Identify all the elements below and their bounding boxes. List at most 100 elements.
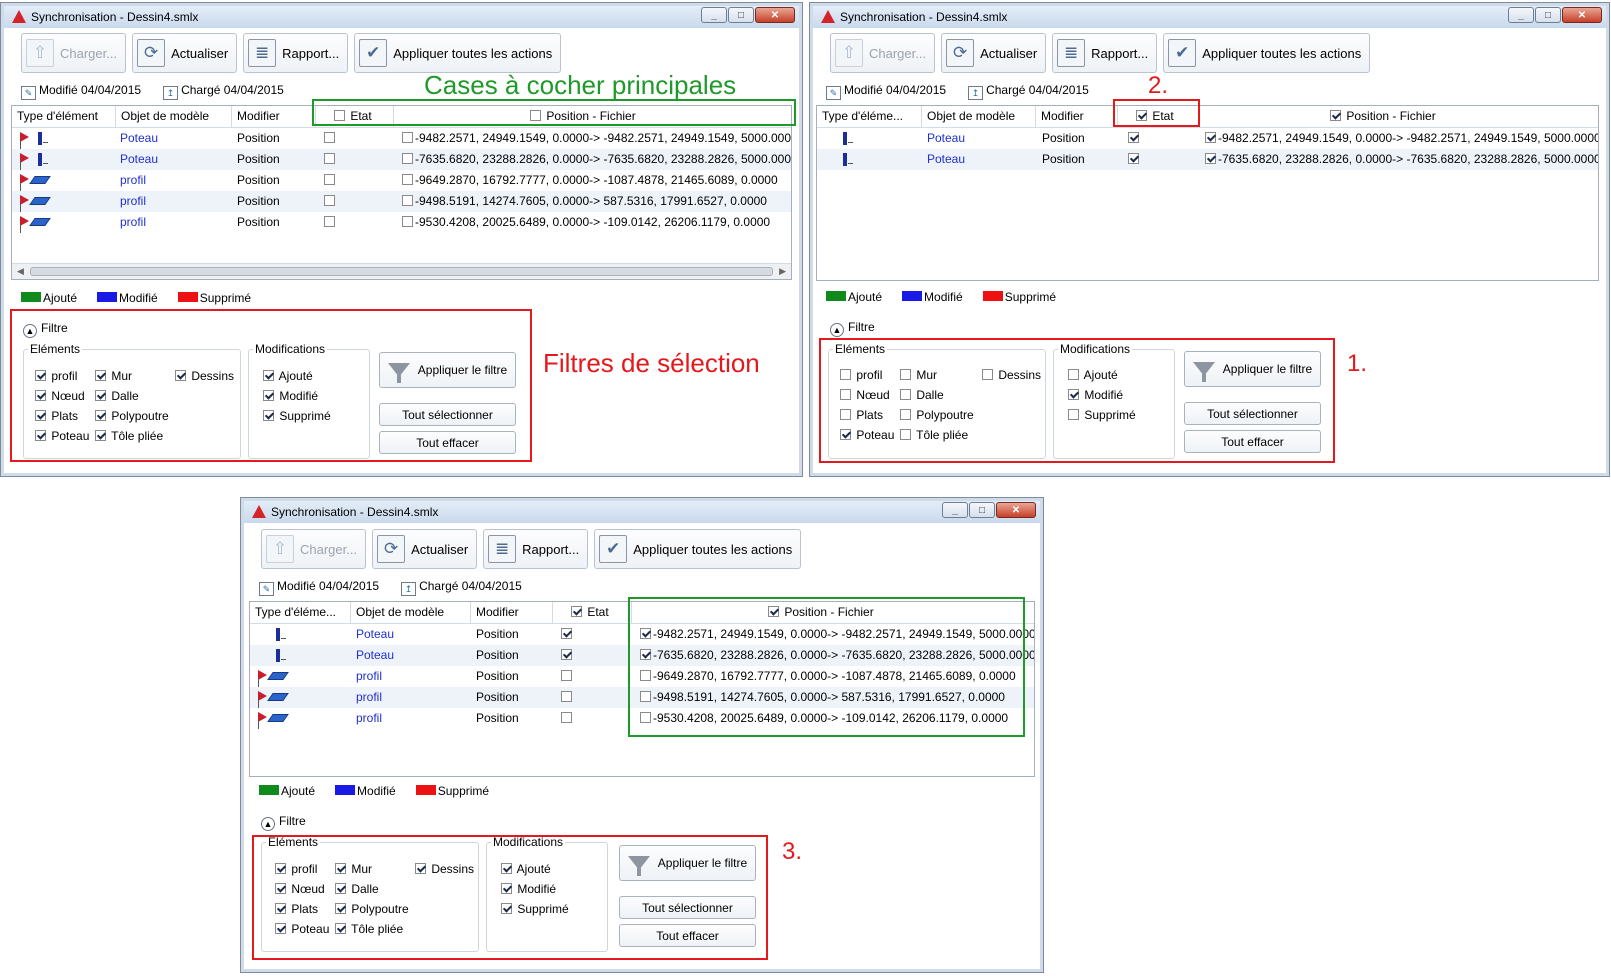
etat-master-checkbox[interactable] bbox=[571, 606, 582, 617]
minimize-button[interactable]: _ bbox=[701, 7, 727, 23]
deleted-beam-icon bbox=[256, 690, 290, 708]
maximize-button[interactable]: □ bbox=[969, 502, 995, 518]
objet-link[interactable]: Poteau bbox=[356, 624, 394, 645]
col-etat[interactable]: Etat bbox=[553, 602, 632, 623]
appliquer-actions-button[interactable]: ✔ Appliquer toutes les actions bbox=[1163, 33, 1371, 73]
position-checkbox[interactable] bbox=[402, 195, 413, 206]
charger-button[interactable]: ⇧ Charger... bbox=[21, 33, 127, 73]
table-row[interactable]: Poteau Position -7635.6820, 23288.2826, … bbox=[817, 149, 1598, 170]
col-type[interactable]: Type d'élément bbox=[12, 106, 116, 127]
main-checkboxes-highlight bbox=[312, 99, 796, 126]
close-button[interactable]: ✕ bbox=[996, 502, 1036, 518]
sync-grid: Type d'éléme... Objet de modèle Modifier… bbox=[816, 105, 1599, 281]
objet-link[interactable]: Poteau bbox=[927, 149, 965, 170]
objet-link[interactable]: profil bbox=[356, 666, 382, 687]
objet-link[interactable]: profil bbox=[356, 708, 382, 729]
objet-link[interactable]: profil bbox=[120, 212, 146, 233]
objet-link[interactable]: profil bbox=[120, 191, 146, 212]
legend-added: Ajouté bbox=[21, 291, 77, 305]
filter-toggle[interactable]: ▲ Filtre bbox=[830, 320, 875, 337]
etat-checkbox[interactable] bbox=[324, 132, 335, 143]
scroll-thumb[interactable] bbox=[30, 267, 773, 276]
col-modifier[interactable]: Modifier bbox=[1036, 106, 1118, 127]
etat-checkbox[interactable] bbox=[561, 691, 572, 702]
table-row[interactable]: profil Position -9649.2870, 16792.7777, … bbox=[12, 170, 791, 191]
charger-button[interactable]: ⇧ Charger... bbox=[261, 529, 367, 569]
refresh-icon: ⟳ bbox=[137, 39, 166, 67]
col-modifier[interactable]: Modifier bbox=[232, 106, 316, 127]
table-row[interactable]: profil Position -9498.5191, 14274.7605, … bbox=[12, 191, 791, 212]
actualiser-button[interactable]: ⟳ Actualiser bbox=[132, 33, 238, 73]
table-row[interactable]: Poteau Position -9482.2571, 24949.1549, … bbox=[817, 128, 1598, 149]
etat-checkbox[interactable] bbox=[324, 195, 335, 206]
modifier-cell: Position bbox=[476, 648, 519, 662]
minimize-button[interactable]: _ bbox=[942, 502, 968, 518]
filter-toggle[interactable]: ▲ Filtre bbox=[261, 814, 306, 831]
position-checkbox[interactable] bbox=[1205, 132, 1216, 143]
etat-checkbox[interactable] bbox=[324, 174, 335, 185]
etat-checkbox[interactable] bbox=[1128, 132, 1139, 143]
rapport-button[interactable]: ≣ Rapport... bbox=[243, 33, 349, 73]
close-button[interactable]: ✕ bbox=[755, 7, 795, 23]
col-objet[interactable]: Objet de modèle bbox=[116, 106, 232, 127]
col-type[interactable]: Type d'éléme... bbox=[817, 106, 922, 127]
etat-checkbox[interactable] bbox=[324, 216, 335, 227]
appliquer-actions-button[interactable]: ✔ Appliquer toutes les actions bbox=[354, 33, 562, 73]
column-icon bbox=[823, 152, 857, 168]
table-row[interactable]: Poteau Position -9482.2571, 24949.1549, … bbox=[12, 128, 791, 149]
table-row[interactable]: profil Position -9530.4208, 20025.6489, … bbox=[12, 212, 791, 233]
legend-deleted: Supprimé bbox=[177, 291, 251, 305]
close-button[interactable]: ✕ bbox=[1562, 7, 1602, 23]
objet-link[interactable]: Poteau bbox=[120, 149, 158, 170]
etat-checkbox[interactable] bbox=[1128, 153, 1139, 164]
table-row[interactable]: Poteau Position -7635.6820, 23288.2826, … bbox=[12, 149, 791, 170]
etat-checkbox[interactable] bbox=[324, 153, 335, 164]
horizontal-scrollbar[interactable]: ◀ ▶ bbox=[12, 263, 791, 279]
appliquer-actions-button[interactable]: ✔ Appliquer toutes les actions bbox=[594, 529, 802, 569]
objet-link[interactable]: Poteau bbox=[927, 128, 965, 149]
loaded-info: ↥ Chargé 04/04/2015 bbox=[163, 83, 284, 100]
modifier-cell: Position bbox=[476, 711, 519, 725]
position-checkbox[interactable] bbox=[402, 132, 413, 143]
refresh-icon: ⟳ bbox=[377, 535, 406, 563]
rapport-button[interactable]: ≣ Rapport... bbox=[1052, 33, 1158, 73]
minimize-button[interactable]: _ bbox=[1508, 7, 1534, 23]
rapport-button[interactable]: ≣ Rapport... bbox=[483, 529, 589, 569]
objet-link[interactable]: profil bbox=[120, 170, 146, 191]
objet-link[interactable]: Poteau bbox=[120, 128, 158, 149]
report-icon: ≣ bbox=[488, 535, 517, 563]
position-value: -9649.2870, 16792.7777, 0.0000-> -1087.4… bbox=[415, 173, 778, 187]
charger-button[interactable]: ⇧ Charger... bbox=[830, 33, 936, 73]
position-master-checkbox[interactable] bbox=[1330, 110, 1341, 121]
col-objet[interactable]: Objet de modèle bbox=[922, 106, 1036, 127]
actualiser-button[interactable]: ⟳ Actualiser bbox=[941, 33, 1047, 73]
edit-doc-icon: ✎ bbox=[259, 582, 274, 596]
col-position[interactable]: Position - Fichier bbox=[1200, 106, 1598, 127]
load-doc-icon: ↥ bbox=[401, 582, 417, 596]
col-type[interactable]: Type d'éléme... bbox=[250, 602, 351, 623]
maximize-button[interactable]: □ bbox=[1535, 7, 1561, 23]
etat-checkbox[interactable] bbox=[561, 712, 572, 723]
position-checkbox[interactable] bbox=[402, 216, 413, 227]
scroll-left-icon[interactable]: ◀ bbox=[17, 266, 24, 277]
maximize-button[interactable]: □ bbox=[728, 7, 754, 23]
objet-link[interactable]: profil bbox=[356, 687, 382, 708]
col-objet[interactable]: Objet de modèle bbox=[351, 602, 471, 623]
position-checkbox[interactable] bbox=[1205, 153, 1216, 164]
apply-check-icon: ✔ bbox=[1168, 39, 1197, 67]
position-value: -9482.2571, 24949.1549, 0.0000-> -9482.2… bbox=[1218, 131, 1599, 145]
col-modifier[interactable]: Modifier bbox=[471, 602, 553, 623]
position-checkbox[interactable] bbox=[402, 153, 413, 164]
position-checkbox[interactable] bbox=[402, 174, 413, 185]
title-bar: Synchronisation - Dessin4.smlx _ □ ✕ bbox=[4, 6, 799, 28]
actualiser-button[interactable]: ⟳ Actualiser bbox=[372, 529, 478, 569]
report-icon: ≣ bbox=[1057, 39, 1086, 67]
objet-link[interactable]: Poteau bbox=[356, 645, 394, 666]
deleted-beam-icon bbox=[256, 669, 290, 687]
scroll-right-icon[interactable]: ▶ bbox=[779, 266, 786, 277]
position-value: -7635.6820, 23288.2826, 0.0000-> -7635.6… bbox=[1218, 152, 1599, 166]
etat-checkbox[interactable] bbox=[561, 670, 572, 681]
etat-checkbox[interactable] bbox=[561, 628, 572, 639]
etat-checkbox[interactable] bbox=[561, 649, 572, 660]
position-value: -9530.4208, 20025.6489, 0.0000-> -109.01… bbox=[415, 215, 771, 229]
